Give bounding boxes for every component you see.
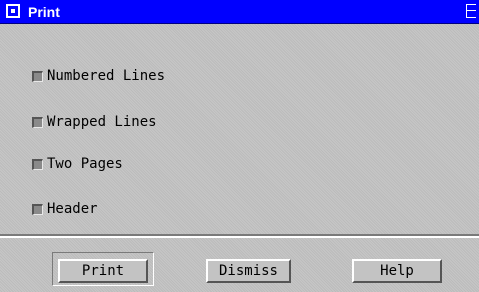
two-pages-checkbox[interactable] — [32, 158, 43, 170]
two-pages-label: Two Pages — [47, 156, 123, 172]
option-numbered-lines[interactable]: Numbered Lines — [32, 66, 165, 86]
numbered-lines-checkbox[interactable] — [32, 70, 43, 82]
window-menu-dot — [11, 9, 15, 13]
help-button[interactable]: Help — [352, 259, 442, 283]
numbered-lines-label: Numbered Lines — [47, 68, 166, 84]
window-title: Print — [28, 4, 60, 20]
dismiss-button[interactable]: Dismiss — [206, 259, 291, 283]
button-area-divider — [0, 234, 479, 238]
wrapped-lines-checkbox[interactable] — [32, 116, 43, 128]
header-checkbox[interactable] — [32, 203, 43, 215]
option-wrapped-lines[interactable]: Wrapped Lines — [32, 112, 157, 132]
print-dialog: Print Numbered Lines Wrapped Lines Two P… — [0, 0, 479, 292]
option-two-pages[interactable]: Two Pages — [32, 154, 123, 174]
window-menu-icon[interactable] — [6, 4, 20, 18]
resize-icon[interactable] — [466, 4, 476, 18]
print-button[interactable]: Print — [58, 259, 148, 283]
header-label: Header — [47, 201, 98, 217]
title-bar[interactable]: Print — [0, 0, 479, 24]
wrapped-lines-label: Wrapped Lines — [47, 114, 157, 130]
option-header[interactable]: Header — [32, 199, 98, 219]
